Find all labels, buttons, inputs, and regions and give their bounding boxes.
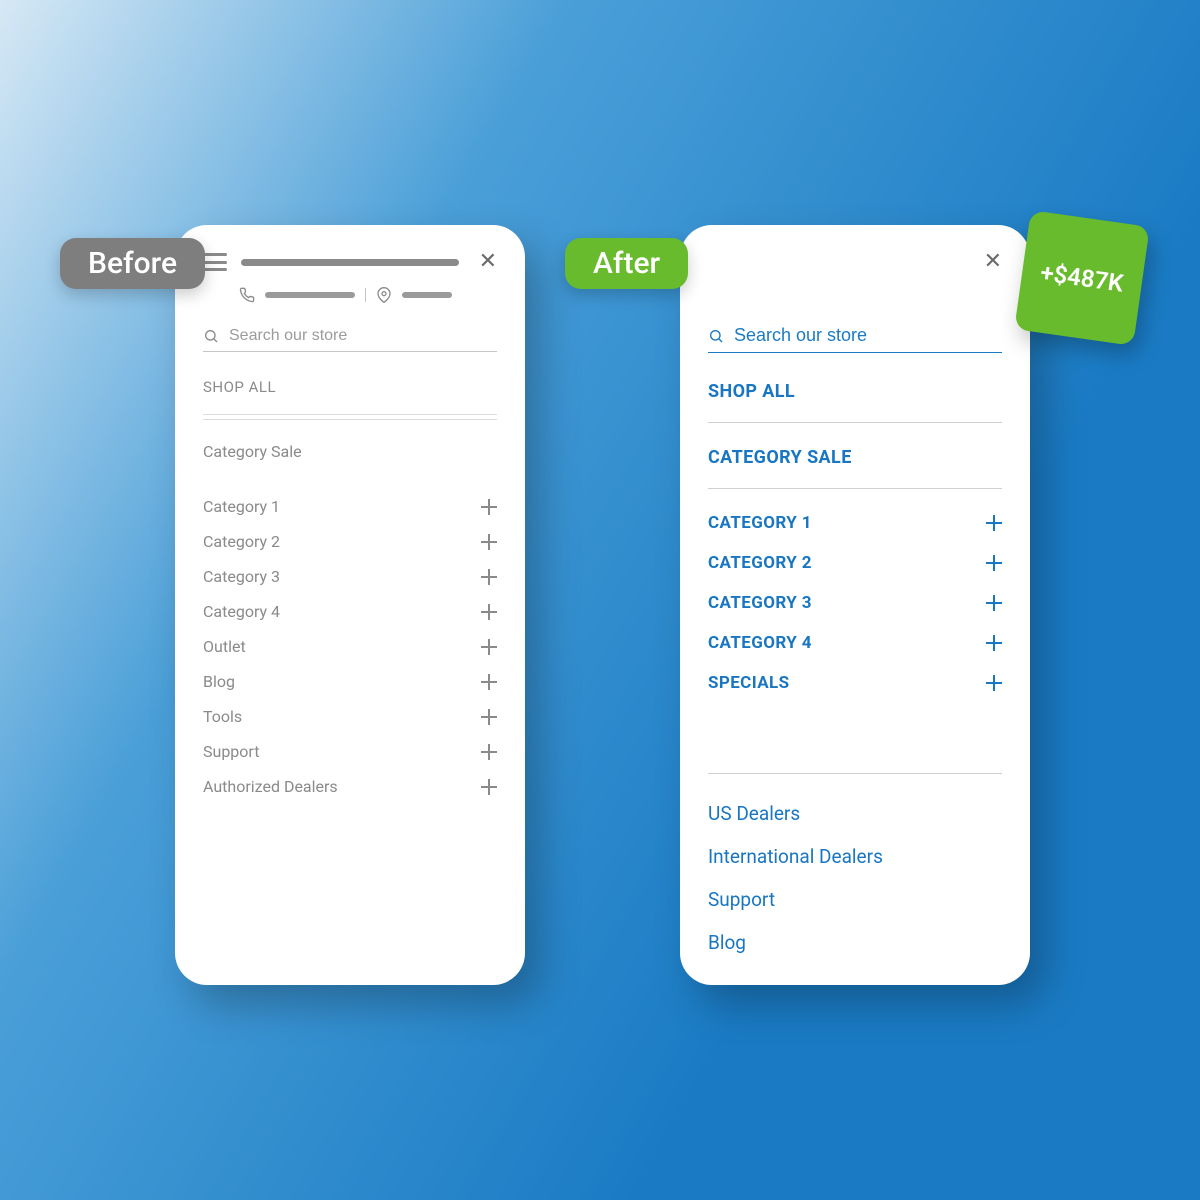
menu-item[interactable]: Category 1 [203, 497, 497, 516]
menu-item[interactable]: CATEGORY 4 [708, 633, 1002, 653]
menu-item[interactable]: Category 3 [203, 567, 497, 586]
menu-item-label: Category 1 [203, 497, 280, 516]
divider [708, 773, 1002, 774]
menu-item-label: Blog [203, 672, 235, 691]
search-icon [708, 328, 724, 344]
plus-icon[interactable] [481, 779, 497, 795]
secondary-link[interactable]: US Dealers [708, 802, 1002, 825]
plus-icon[interactable] [481, 534, 497, 550]
price-increase-badge: +$487K [1014, 210, 1150, 346]
menu-item-label: CATEGORY 4 [708, 633, 812, 653]
menu-item[interactable]: CATEGORY 1 [708, 513, 1002, 533]
hamburger-icon[interactable] [203, 253, 227, 271]
plus-icon[interactable] [481, 674, 497, 690]
menu-item[interactable]: Blog [203, 672, 497, 691]
menu-item[interactable]: Authorized Dealers [203, 777, 497, 796]
search-row[interactable] [708, 319, 1002, 353]
menu-item[interactable]: Category 2 [203, 532, 497, 551]
after-badge: After [565, 238, 688, 289]
shop-all-link[interactable]: SHOP ALL [203, 378, 497, 396]
plus-icon[interactable] [481, 604, 497, 620]
menu-item-label: Tools [203, 707, 242, 726]
search-row[interactable] [203, 321, 497, 352]
menu-item[interactable]: SPECIALS [708, 673, 1002, 693]
menu-item[interactable]: CATEGORY 3 [708, 593, 1002, 613]
divider [203, 419, 497, 420]
divider [365, 288, 366, 302]
plus-icon[interactable] [481, 744, 497, 760]
secondary-link[interactable]: Blog [708, 931, 1002, 954]
before-header: ✕ [203, 251, 497, 273]
menu-item[interactable]: Category 4 [203, 602, 497, 621]
plus-icon[interactable] [481, 639, 497, 655]
divider [708, 422, 1002, 423]
menu-item[interactable]: CATEGORY 2 [708, 553, 1002, 573]
search-input[interactable] [734, 325, 1002, 346]
menu-item-label: CATEGORY 1 [708, 513, 812, 533]
plus-icon[interactable] [986, 515, 1002, 531]
secondary-link[interactable]: International Dealers [708, 845, 1002, 868]
menu-item-label: Category 4 [203, 602, 280, 621]
divider [708, 488, 1002, 489]
menu-item-label: Category 2 [203, 532, 280, 551]
spacer [708, 693, 1002, 753]
menu-item[interactable]: Outlet [203, 637, 497, 656]
before-badge: Before [60, 238, 205, 289]
plus-icon[interactable] [986, 595, 1002, 611]
plus-icon[interactable] [481, 499, 497, 515]
search-icon [203, 328, 219, 344]
category-sale-link[interactable]: Category Sale [203, 442, 497, 461]
menu-item-label: CATEGORY 2 [708, 553, 812, 573]
close-icon[interactable]: ✕ [479, 251, 497, 273]
plus-icon[interactable] [986, 635, 1002, 651]
secondary-link[interactable]: Support [708, 888, 1002, 911]
plus-icon[interactable] [481, 709, 497, 725]
menu-item[interactable]: Support [203, 742, 497, 761]
after-header: ✕ [708, 251, 1002, 273]
location-placeholder [402, 292, 452, 298]
menu-item-label: CATEGORY 3 [708, 593, 812, 613]
plus-icon[interactable] [986, 555, 1002, 571]
menu-item[interactable]: Tools [203, 707, 497, 726]
close-icon[interactable]: ✕ [984, 251, 1002, 273]
after-phone: ✕ SHOP ALL CATEGORY SALE CATEGORY 1 CATE… [680, 225, 1030, 985]
menu-item-label: Authorized Dealers [203, 777, 338, 796]
menu-item-label: SPECIALS [708, 673, 790, 693]
before-subheader [239, 287, 497, 303]
menu-item-label: Outlet [203, 637, 246, 656]
menu-item-label: Support [203, 742, 259, 761]
plus-icon[interactable] [481, 569, 497, 585]
category-sale-link[interactable]: CATEGORY SALE [708, 447, 1002, 468]
location-icon [376, 287, 392, 303]
search-input[interactable] [229, 327, 497, 345]
before-phone: ✕ SHOP ALL Category Sale Category 1 Cate… [175, 225, 525, 985]
shop-all-link[interactable]: SHOP ALL [708, 381, 1002, 402]
divider [203, 414, 497, 415]
phone-icon [239, 287, 255, 303]
plus-icon[interactable] [986, 675, 1002, 691]
phone-placeholder [265, 292, 355, 298]
title-placeholder [241, 259, 459, 266]
menu-item-label: Category 3 [203, 567, 280, 586]
